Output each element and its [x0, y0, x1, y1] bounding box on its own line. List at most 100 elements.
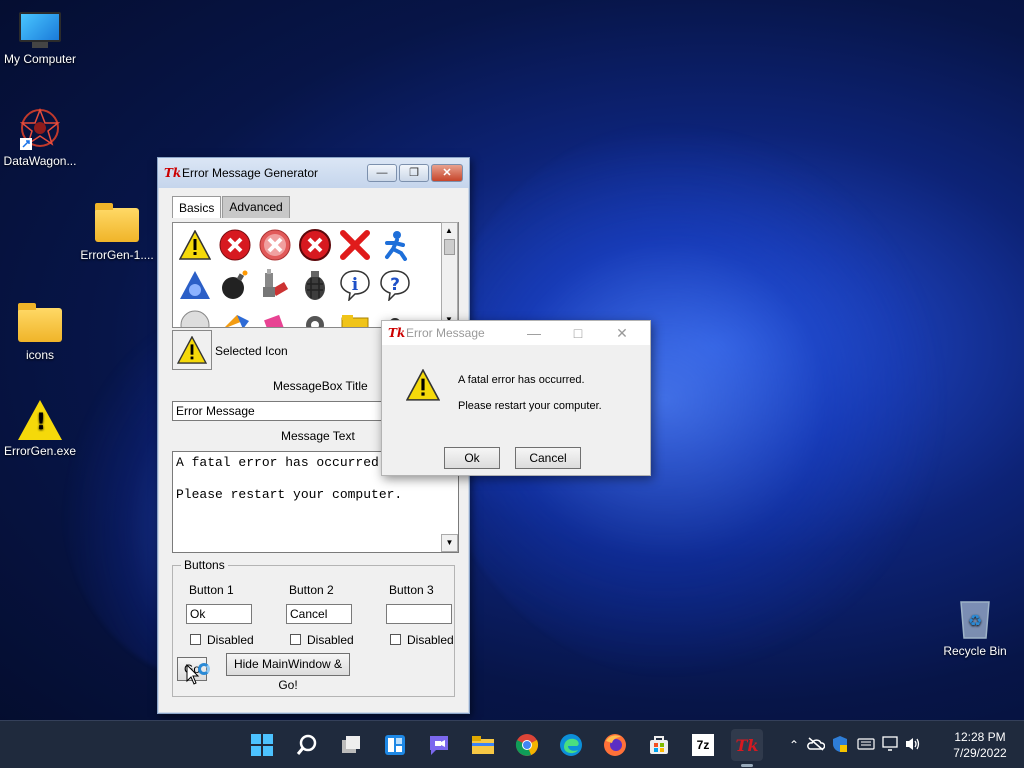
running-indicator — [741, 764, 753, 767]
colorful-icon[interactable] — [217, 307, 253, 327]
dialog-message-line: Please restart your computer. — [458, 400, 602, 412]
message-text-line: Please restart your computer. — [176, 487, 403, 502]
desktop-icon-label: Recycle Bin — [943, 644, 1007, 658]
desktop-icon-my-computer[interactable]: My Computer — [0, 8, 80, 66]
taskbar: 7z Tk ⌃ 12:28 PM 7/29/2022 — [0, 720, 1024, 768]
button3-disabled-checkbox[interactable]: Disabled — [390, 633, 454, 647]
search-icon[interactable] — [291, 729, 323, 761]
button2-input[interactable]: Cancel — [286, 604, 352, 624]
svg-text:i: i — [352, 275, 359, 295]
button3-label: Button 3 — [389, 583, 434, 597]
message-text-label: Message Text — [281, 429, 355, 443]
error-icon[interactable] — [217, 227, 253, 263]
desktop-icon-errorgen-folder[interactable]: ErrorGen-1.... — [77, 200, 157, 262]
scroll-down-icon[interactable]: ▼ — [441, 534, 458, 552]
dialog-title-bar[interactable]: Tk Error Message — □ ✕ — [382, 321, 650, 345]
widgets-icon[interactable] — [379, 729, 411, 761]
maximize-button[interactable]: ❐ — [399, 164, 429, 182]
icon-grid-scrollbar[interactable]: ▲ ▼ — [441, 222, 458, 328]
desktop-icon-label: icons — [25, 348, 54, 362]
cd-icon[interactable] — [177, 307, 213, 327]
edge-icon[interactable] — [555, 729, 587, 761]
selected-icon-preview[interactable] — [172, 330, 212, 370]
running-man-icon[interactable] — [377, 227, 413, 263]
7zip-icon[interactable]: 7z — [687, 729, 719, 761]
task-view-icon[interactable] — [335, 729, 367, 761]
firefox-icon[interactable] — [599, 729, 631, 761]
monitor-icon — [19, 12, 61, 42]
checkbox-icon[interactable] — [390, 634, 401, 645]
scroll-up-icon[interactable]: ▲ — [445, 226, 453, 235]
button3-input[interactable] — [386, 604, 452, 624]
cancel-button[interactable]: Cancel — [515, 447, 581, 469]
close-button[interactable]: ✕ — [600, 325, 644, 342]
start-icon[interactable] — [246, 729, 278, 761]
buttons-group-label: Buttons — [181, 558, 228, 572]
desktop-icon-icons-folder[interactable]: icons — [0, 300, 80, 362]
title-bar[interactable]: Tk Error Message Generator — ❐ ✕ — [158, 158, 469, 188]
button1-disabled-checkbox[interactable]: Disabled — [190, 633, 254, 647]
buttons-groupbox: Buttons Button 1 Button 2 Button 3 Ok Ca… — [172, 558, 455, 697]
info-icon[interactable]: i — [337, 267, 373, 303]
scroll-thumb[interactable] — [444, 239, 455, 255]
folder-icon[interactable] — [337, 307, 373, 327]
tk-icon[interactable]: Tk — [731, 729, 763, 761]
tab-advanced[interactable]: Advanced — [222, 196, 290, 218]
chevron-up-icon[interactable]: ⌃ — [784, 738, 804, 752]
plug-icon[interactable] — [257, 267, 293, 303]
taskbar-clock[interactable]: 12:28 PM 7/29/2022 — [942, 729, 1018, 761]
desktop-icon-label: ErrorGen.exe — [3, 444, 77, 458]
grenade-icon[interactable] — [297, 267, 333, 303]
tab-bar: Basics Advanced — [172, 196, 291, 218]
security-shield-icon[interactable] — [828, 735, 852, 756]
warning-icon[interactable] — [177, 227, 213, 263]
desktop-icon-recycle-bin[interactable]: ♻ Recycle Bin — [935, 596, 1015, 658]
desktop-icon-errorgen-exe[interactable]: ErrorGen.exe — [0, 400, 80, 458]
triangle-icon[interactable] — [177, 267, 213, 303]
desktop-icon-label: My Computer — [3, 52, 77, 66]
button2-label: Button 2 — [289, 583, 334, 597]
close-button[interactable]: ✕ — [431, 164, 463, 182]
button2-disabled-checkbox[interactable]: Disabled — [290, 633, 354, 647]
mouse-cursor-icon — [186, 664, 200, 685]
volume-icon[interactable] — [902, 736, 924, 755]
onedrive-offline-icon[interactable] — [804, 736, 828, 754]
network-icon[interactable] — [880, 735, 902, 755]
store-icon[interactable] — [643, 729, 675, 761]
red-x-icon[interactable] — [337, 227, 373, 263]
button1-label: Button 1 — [189, 583, 234, 597]
keyboard-icon[interactable] — [852, 737, 880, 753]
error-message-dialog: Tk Error Message — □ ✕ A fatal error has… — [381, 320, 651, 476]
7zip-label: 7z — [692, 734, 714, 756]
hide-mainwindow-go-button[interactable]: Hide MainWindow & Go! — [226, 653, 350, 692]
pink-icon[interactable] — [257, 307, 293, 327]
chrome-icon[interactable] — [511, 729, 543, 761]
desktop-icon-datawagon[interactable]: DataWagon... — [0, 106, 80, 168]
messagebox-title-label: MessageBox Title — [273, 379, 368, 393]
dialog-title: Error Message — [406, 326, 485, 340]
disabled-label: Disabled — [407, 633, 454, 647]
folder-icon — [95, 203, 139, 242]
minimize-button[interactable]: — — [367, 164, 397, 182]
svg-text:?: ? — [390, 275, 400, 295]
tab-basics[interactable]: Basics — [172, 196, 222, 218]
file-explorer-icon[interactable] — [467, 729, 499, 761]
tk-logo-icon: Tk — [164, 166, 182, 180]
button1-input[interactable]: Ok — [186, 604, 252, 624]
error-gray-icon[interactable] — [257, 227, 293, 263]
gear-icon[interactable] — [297, 307, 333, 327]
ok-button[interactable]: Ok — [444, 447, 500, 469]
bomb-icon[interactable] — [217, 267, 253, 303]
chat-icon[interactable] — [423, 729, 455, 761]
error-icon[interactable] — [297, 227, 333, 263]
disabled-label: Disabled — [307, 633, 354, 647]
clock-date: 7/29/2022 — [953, 746, 1007, 760]
warning-icon — [177, 336, 207, 364]
selected-icon-label: Selected Icon — [215, 344, 288, 358]
checkbox-icon[interactable] — [190, 634, 201, 645]
maximize-button[interactable]: □ — [556, 325, 600, 341]
clock-time: 12:28 PM — [954, 730, 1006, 744]
minimize-button[interactable]: — — [512, 325, 556, 341]
question-icon[interactable]: ? — [377, 267, 413, 303]
checkbox-icon[interactable] — [290, 634, 301, 645]
